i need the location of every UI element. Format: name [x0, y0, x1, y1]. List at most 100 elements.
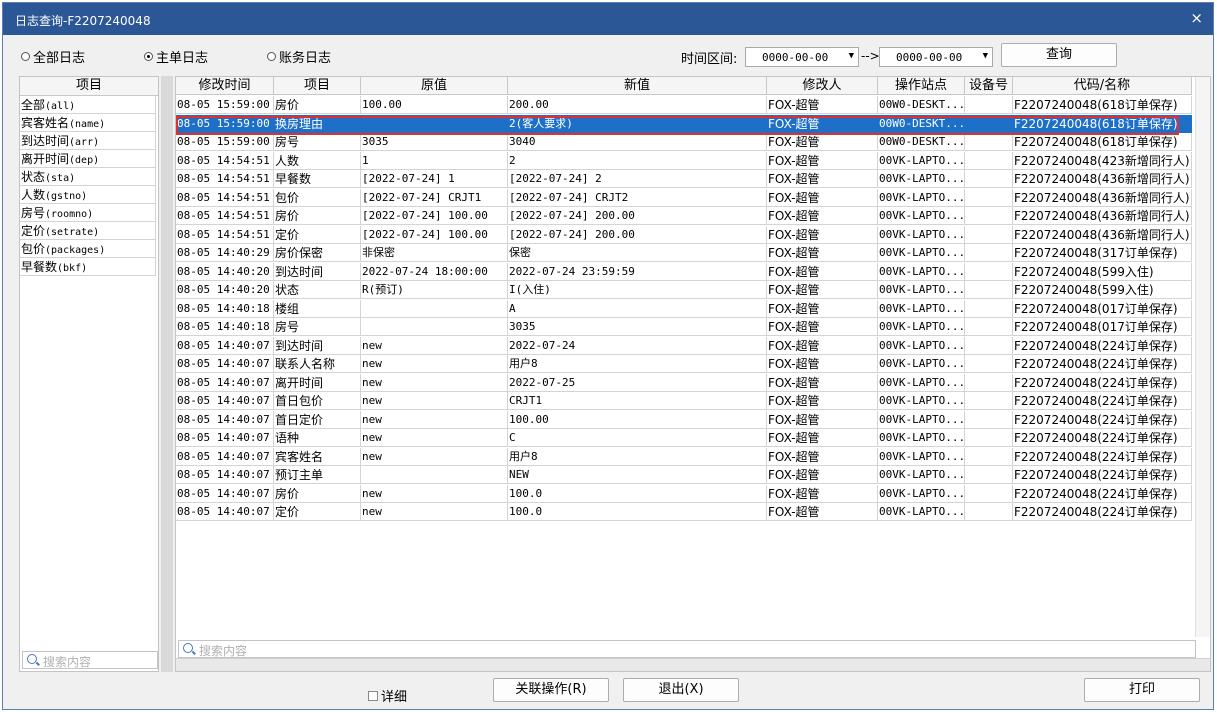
- field-filter-item[interactable]: 包价(packages): [20, 240, 156, 258]
- table-cell: 08-05 14:40:29: [176, 244, 274, 262]
- detail-checkbox[interactable]: 详细: [368, 686, 407, 705]
- table-row[interactable]: 08-05 14:40:18 房号 3035 FOX-超管 00VK-LAPTO... F…: [176, 318, 1192, 336]
- table-cell: 00VK-LAPTO...: [878, 503, 965, 521]
- table-row[interactable]: 08-05 14:54:51 人数 1 2 FOX-超管 00VK-LAPTO... F22…: [176, 151, 1192, 170]
- table-cell: 08-05 14:40:07: [176, 447, 274, 466]
- table-row[interactable]: 08-05 15:59:00 换房理由 2(客人要求) FOX-超管 00W0-DESK…: [176, 114, 1192, 133]
- close-icon[interactable]: ×: [1190, 9, 1203, 27]
- table-row[interactable]: 08-05 14:54:51 早餐数 [2022-07-24] 1 [2022-07-…: [176, 170, 1192, 188]
- vertical-scrollbar[interactable]: [1195, 77, 1210, 637]
- radio-label: 主单日志: [156, 51, 209, 66]
- table-cell: C: [508, 429, 767, 447]
- table-row[interactable]: 08-05 14:40:07 首日包价 new CRJT1 FOX-超管 00VK-LAP…: [176, 392, 1192, 410]
- table-row[interactable]: 08-05 14:40:29 房价保密 非保密 保密 FOX-超管 00VK-LAPTO.…: [176, 244, 1192, 262]
- field-filter-item[interactable]: 房号(roomno): [20, 204, 156, 222]
- field-filter-item[interactable]: 离开时间(dep): [20, 150, 156, 168]
- field-search-input[interactable]: 搜索内容: [22, 651, 158, 669]
- table-row[interactable]: 08-05 14:54:51 定价 [2022-07-24] 100.00 [2022…: [176, 225, 1192, 244]
- table-cell: FOX-超管: [767, 355, 878, 373]
- column-header[interactable]: 修改时间: [176, 77, 274, 95]
- column-header[interactable]: 新值: [508, 77, 767, 95]
- field-filter-item[interactable]: 到达时间(arr): [20, 132, 156, 150]
- horizontal-scrollbar[interactable]: [176, 658, 1210, 671]
- table-row[interactable]: 08-05 14:40:07 首日定价 new 100.00 FOX-超管 00VK-LA…: [176, 410, 1192, 429]
- table-row[interactable]: 08-05 14:54:51 房价 [2022-07-24] 100.00 [2022…: [176, 207, 1192, 225]
- table-cell: F2207240048(224订单保存): [1013, 466, 1192, 484]
- table-cell: [965, 299, 1013, 318]
- field-filter-item[interactable]: 早餐数(bkf): [20, 258, 156, 276]
- table-cell: F2207240048(224订单保存): [1013, 373, 1192, 392]
- table-cell: 00VK-LAPTO...: [878, 281, 965, 299]
- table-row[interactable]: 08-05 14:40:07 定价 new 100.0 FOX-超管 00VK-LAPTO…: [176, 503, 1192, 521]
- table-cell: 08-05 14:40:20: [176, 262, 274, 281]
- table-cell: 08-05 14:40:07: [176, 373, 274, 392]
- panel-splitter[interactable]: [161, 76, 173, 672]
- column-header[interactable]: 操作站点: [878, 77, 965, 95]
- table-cell: [2022-07-24] CRJT1: [361, 188, 508, 207]
- to-date-dropdown[interactable]: 0000-00-00 ▼: [879, 47, 993, 67]
- table-cell: F2207240048(317订单保存): [1013, 244, 1192, 262]
- exit-button[interactable]: 退出(X): [623, 678, 739, 702]
- table-row[interactable]: 08-05 14:40:07 预订主单 NEW FOX-超管 00VK-LAPTO...…: [176, 466, 1192, 484]
- column-header[interactable]: 修改人: [767, 77, 878, 95]
- column-header[interactable]: 代码/名称: [1013, 77, 1192, 95]
- search-icon: [183, 643, 193, 653]
- table-cell: FOX-超管: [767, 151, 878, 170]
- table-cell: 用户8: [508, 447, 767, 466]
- table-cell: [965, 151, 1013, 170]
- table-row[interactable]: 08-05 14:40:07 联系人名称 new 用户8 FOX-超管 00VK-LAPT…: [176, 355, 1192, 373]
- table-cell: F2207240048(224订单保存): [1013, 447, 1192, 466]
- table-cell: 08-05 15:59:00: [176, 96, 274, 114]
- field-filter-item[interactable]: 宾客姓名(name): [20, 114, 156, 132]
- table-cell: 08-05 14:40:18: [176, 299, 274, 318]
- table-cell: F2207240048(224订单保存): [1013, 336, 1192, 355]
- related-operation-button[interactable]: 关联操作(R): [493, 678, 609, 702]
- table-cell: F2207240048(618订单保存): [1013, 96, 1192, 114]
- table-cell: 2(客人要求): [508, 114, 767, 133]
- table-cell: new: [361, 429, 508, 447]
- table-cell: [361, 299, 508, 318]
- table-cell: 3040: [508, 133, 767, 151]
- radio-account-logs[interactable]: 账务日志: [267, 47, 331, 66]
- table-cell: 200.00: [508, 96, 767, 114]
- field-filter-item[interactable]: 全部(all): [20, 96, 156, 114]
- table-cell: 非保密: [361, 244, 508, 262]
- print-button[interactable]: 打印: [1084, 678, 1200, 702]
- field-filter-item[interactable]: 定价(setrate): [20, 222, 156, 240]
- table-row[interactable]: 08-05 14:40:07 语种 new C FOX-超管 00VK-LAPTO... F…: [176, 429, 1192, 447]
- field-filter-item[interactable]: 人数(gstno): [20, 186, 156, 204]
- table-row[interactable]: 08-05 14:40:07 宾客姓名 new 用户8 FOX-超管 00VK-LAPTO…: [176, 447, 1192, 466]
- table-cell: 00W0-DESKT...: [878, 96, 965, 114]
- table-cell: I(入住): [508, 281, 767, 299]
- from-date-dropdown[interactable]: 0000-00-00 ▼: [745, 47, 859, 67]
- table-row[interactable]: 08-05 14:40:18 楼组 A FOX-超管 00VK-LAPTO... F220…: [176, 299, 1192, 318]
- table-row[interactable]: 08-05 14:40:20 到达时间 2022-07-24 18:00:00 202…: [176, 262, 1192, 281]
- table-cell: [965, 410, 1013, 429]
- table-row[interactable]: 08-05 15:59:00 房价 100.00 200.00 FOX-超管 00W0-D…: [176, 96, 1192, 114]
- table-cell: 00VK-LAPTO...: [878, 447, 965, 466]
- table-row[interactable]: 08-05 14:40:07 到达时间 new 2022-07-24 FOX-超管 00V…: [176, 336, 1192, 355]
- table-row[interactable]: 08-05 14:40:07 房价 new 100.0 FOX-超管 00VK-LAPTO…: [176, 484, 1192, 503]
- table-cell: FOX-超管: [767, 503, 878, 521]
- table-cell: CRJT1: [508, 392, 767, 410]
- table-row[interactable]: 08-05 14:40:20 状态 R(预订) I(入住) FOX-超管 00VK-LAP…: [176, 281, 1192, 299]
- table-cell: new: [361, 484, 508, 503]
- table-row[interactable]: 08-05 14:40:07 离开时间 new 2022-07-25 FOX-超管 00V…: [176, 373, 1192, 392]
- column-header[interactable]: 设备号: [965, 77, 1013, 95]
- table-cell: [2022-07-24] 200.00: [508, 225, 767, 244]
- table-cell: 08-05 14:40:20: [176, 281, 274, 299]
- table-row[interactable]: 08-05 15:59:00 房号 3035 3040 FOX-超管 00W0-DESKT…: [176, 133, 1192, 151]
- radio-main-order-logs[interactable]: 主单日志: [144, 47, 208, 66]
- table-row[interactable]: 08-05 14:54:51 包价 [2022-07-24] CRJT1 [2022-…: [176, 188, 1192, 207]
- field-filter-item-code: (all): [45, 101, 76, 112]
- query-button[interactable]: 查询: [1001, 43, 1117, 67]
- column-header[interactable]: 原值: [361, 77, 508, 95]
- table-cell: FOX-超管: [767, 466, 878, 484]
- radio-all-logs[interactable]: 全部日志: [21, 47, 85, 66]
- grid-search-input[interactable]: 搜索内容: [178, 640, 1196, 658]
- table-cell: FOX-超管: [767, 188, 878, 207]
- field-filter-item[interactable]: 状态(sta): [20, 168, 156, 186]
- table-cell: 100.0: [508, 484, 767, 503]
- column-header[interactable]: 项目: [274, 77, 361, 95]
- table-cell: [965, 207, 1013, 225]
